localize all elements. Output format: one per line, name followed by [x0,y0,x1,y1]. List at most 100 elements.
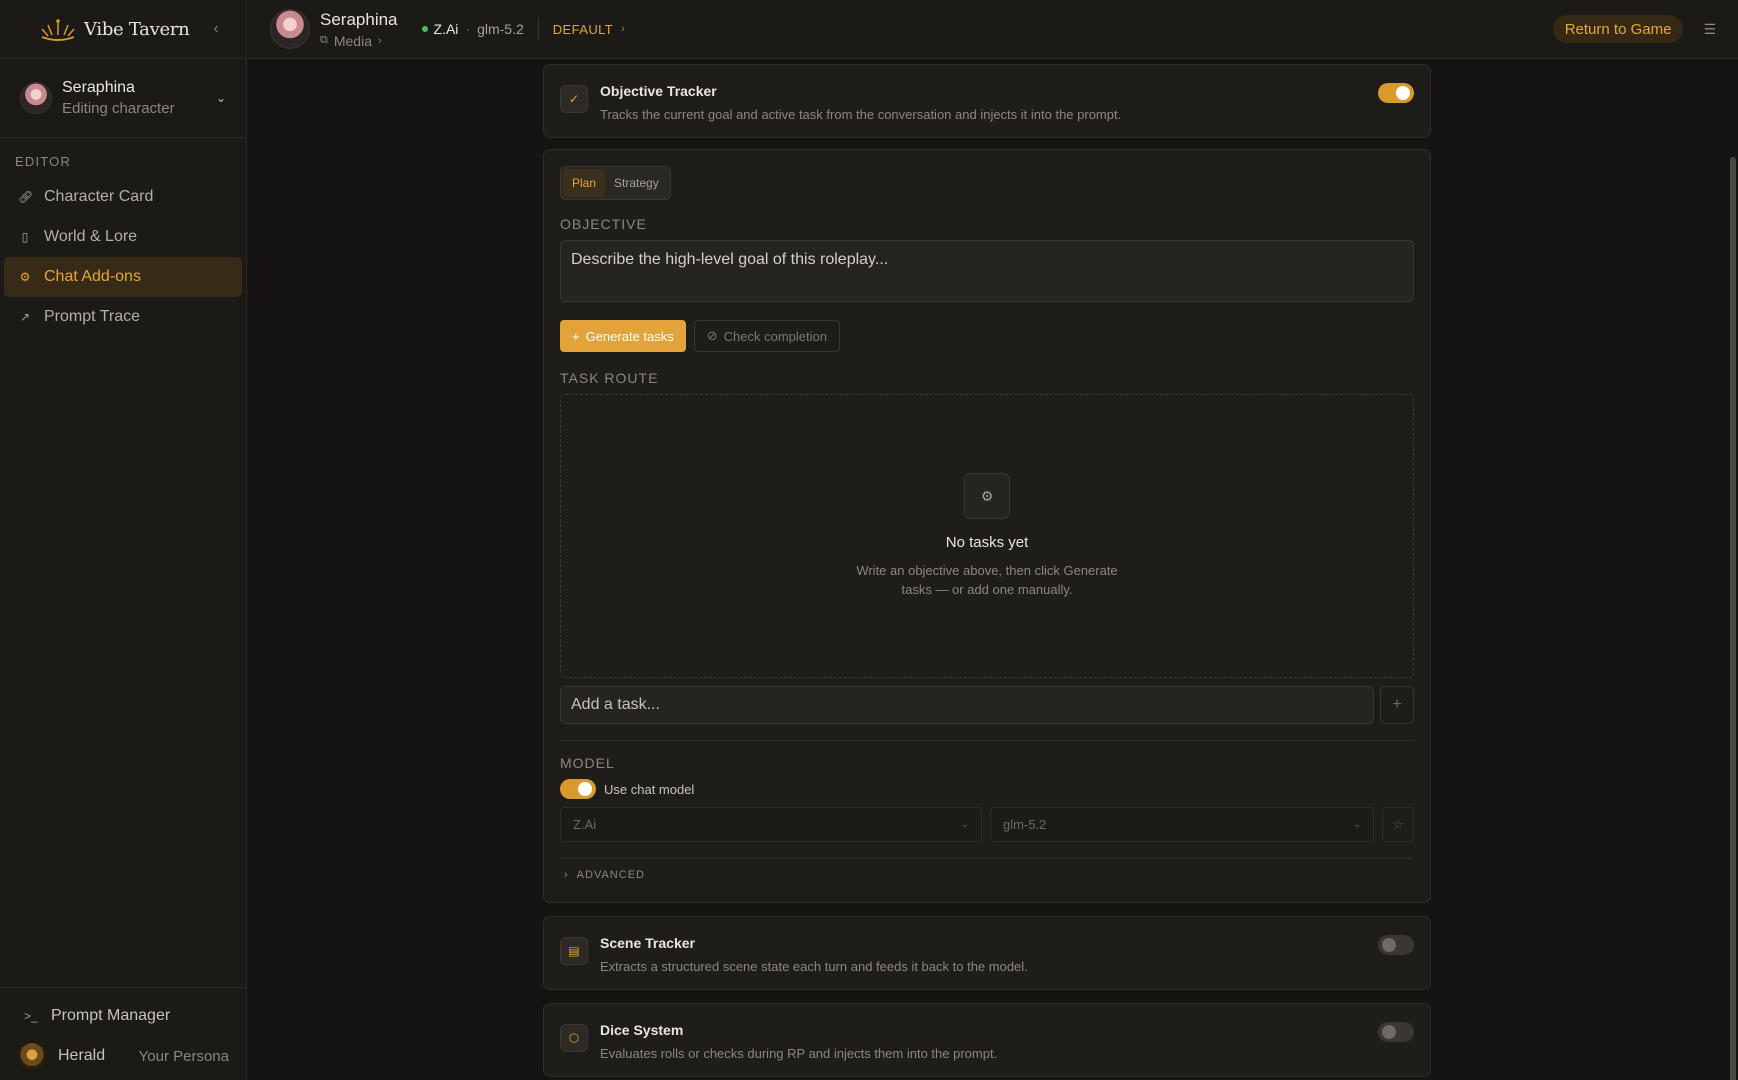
chevron-right-icon: › [378,34,382,47]
sidebar: Vibe Tavern ‹ Seraphina Editing characte… [0,0,247,1080]
separator-dot: · [465,21,471,37]
model-name: glm-5.2 [477,21,524,37]
terminal-icon: >_ [24,1009,38,1023]
addon-description: Tracks the current goal and active task … [600,107,1122,122]
task-route-empty-state: ⚙ No tasks yet Write an objective above,… [560,394,1414,678]
chevron-down-icon: ⌄ [215,91,226,105]
advanced-toggle[interactable]: › ADVANCED [564,869,1430,881]
model-label: MODEL [560,755,615,771]
generate-tasks-button[interactable]: + Generate tasks [560,320,686,352]
button-label: Generate tasks [585,328,674,344]
editor-section-label: EDITOR [15,154,72,169]
tab-plan[interactable]: Plan [563,169,606,197]
use-chat-model-label: Use chat model [604,781,695,797]
brand-name: Vibe Tavern [84,18,190,40]
sidebar-item-label: World & Lore [44,228,138,245]
chevron-down-icon: ⌄ [1352,819,1362,830]
advanced-label: ADVANCED [576,869,645,881]
addon-title: Dice System [600,1022,684,1038]
sidebar-item-character-card[interactable]: 🔗︎ Character Card [4,177,242,217]
objective-input[interactable]: Describe the high-level goal of this rol… [560,240,1414,302]
brand-header: Vibe Tavern ‹ [0,0,246,59]
character-avatar[interactable] [270,9,310,49]
plus-icon: + [1392,696,1402,713]
select-value: Z.Ai [573,817,597,832]
empty-description: Write an objective above, then click Gen… [856,563,1118,597]
character-name: Seraphina [62,79,135,96]
gear-icon: ⚙ [964,473,1010,519]
chevron-down-icon: ⌄ [960,819,969,830]
model-select[interactable]: glm-5.2 ⌄ [989,807,1375,842]
return-to-game-button[interactable]: Return to Game [1552,15,1684,43]
sidebar-item-label: Character Card [44,188,154,205]
link-icon: 🔗︎ [18,190,34,204]
button-label: Check completion [723,328,827,344]
divider [560,858,1414,859]
sidebar-item-chat-addons[interactable]: ⚙ Chat Add-ons [4,257,242,297]
character-avatar [20,82,52,114]
clipboard-icon: ▤ [560,937,588,965]
provider-name: Z.Ai [433,21,459,37]
character-subtitle: Editing character [62,100,175,117]
sidebar-item-world-lore[interactable]: ▯ World & Lore [4,217,242,257]
add-task-input[interactable]: Add a task... [560,686,1374,724]
empty-title: No tasks yet [945,534,1029,551]
prompt-manager-label: Prompt Manager [51,1007,171,1024]
images-icon: ⧉ [320,34,328,46]
logo-icon [41,19,75,41]
top-bar: Seraphina ⧉ Media › Z.Ai · glm-5.2 DEFAU… [248,0,1738,59]
objective-label: OBJECTIVE [560,216,647,232]
persona-switcher[interactable]: Herald Your Persona [0,1036,247,1076]
dice-system-card: ⬡ Dice System Evaluates rolls or checks … [543,1003,1431,1077]
provider-select[interactable]: Z.Ai ⌄ [560,807,982,842]
tab-strategy[interactable]: Strategy [605,169,668,197]
main-content: ✓ Objective Tracker Tracks the current g… [248,60,1738,1080]
sidebar-item-label: Chat Add-ons [44,268,141,285]
use-chat-model-row: Use chat model [560,779,1414,799]
check-completion-button[interactable]: ⊘ Check completion [693,320,840,352]
addon-title: Scene Tracker [600,935,695,951]
dice-icon: ⬡ [560,1024,588,1052]
main-scrollbar[interactable] [1730,157,1736,1080]
addon-description: Evaluates rolls or checks during RP and … [600,1046,998,1061]
objective-tracker-panel: Plan Strategy OBJECTIVE Describe the hig… [543,149,1431,903]
persona-role: Your Persona [138,1047,229,1065]
addon-title: Objective Tracker [600,83,717,99]
preset-label: DEFAULT [552,21,614,37]
star-icon: ☆ [1392,816,1404,832]
collapse-sidebar-icon[interactable]: ‹ [208,20,224,38]
check-circle-icon: ⊘ [706,328,718,343]
gear-icon: ⚙ [19,270,31,284]
book-icon: ▯ [21,230,29,244]
persona-avatar [18,1042,46,1070]
task-route-label: TASK ROUTE [560,370,659,386]
sidebar-footer: >_ Prompt Manager Herald Your Persona [0,987,247,1080]
select-value: glm-5.2 [1002,817,1047,832]
target-icon: ✓ [560,85,588,113]
plan-strategy-tabs: Plan Strategy [560,166,671,200]
chevron-right-icon: › [564,869,569,881]
media-link[interactable]: ⧉ Media › [320,33,398,49]
plus-icon: + [572,328,580,344]
objective-tracker-card: ✓ Objective Tracker Tracks the current g… [543,64,1431,138]
use-chat-model-toggle[interactable] [560,779,596,799]
divider [537,18,539,40]
prompt-manager-link[interactable]: >_ Prompt Manager [0,996,247,1036]
character-switcher[interactable]: Seraphina Editing character ⌄ [0,59,246,138]
add-task-button[interactable]: + [1380,686,1414,724]
sidebar-item-prompt-trace[interactable]: ↗ Prompt Trace [4,297,242,337]
settings-sliders-icon[interactable]: ☰ [1703,21,1716,38]
character-name: Seraphina [320,9,398,29]
sidebar-item-label: Prompt Trace [44,308,141,325]
scene-tracker-card: ▤ Scene Tracker Extracts a structured sc… [543,916,1431,990]
dice-system-toggle[interactable] [1378,1022,1414,1042]
persona-name: Herald [58,1047,106,1064]
preset-selector[interactable]: DEFAULT › [553,22,625,37]
media-label: Media [333,32,372,49]
scene-tracker-toggle[interactable] [1378,935,1414,955]
status-dot-icon [421,26,428,32]
objective-tracker-toggle[interactable] [1378,83,1414,103]
chevron-right-icon: › [621,23,625,35]
model-indicator[interactable]: Z.Ai · glm-5.2 [421,21,524,37]
favorite-model-button[interactable]: ☆ [1382,807,1414,842]
